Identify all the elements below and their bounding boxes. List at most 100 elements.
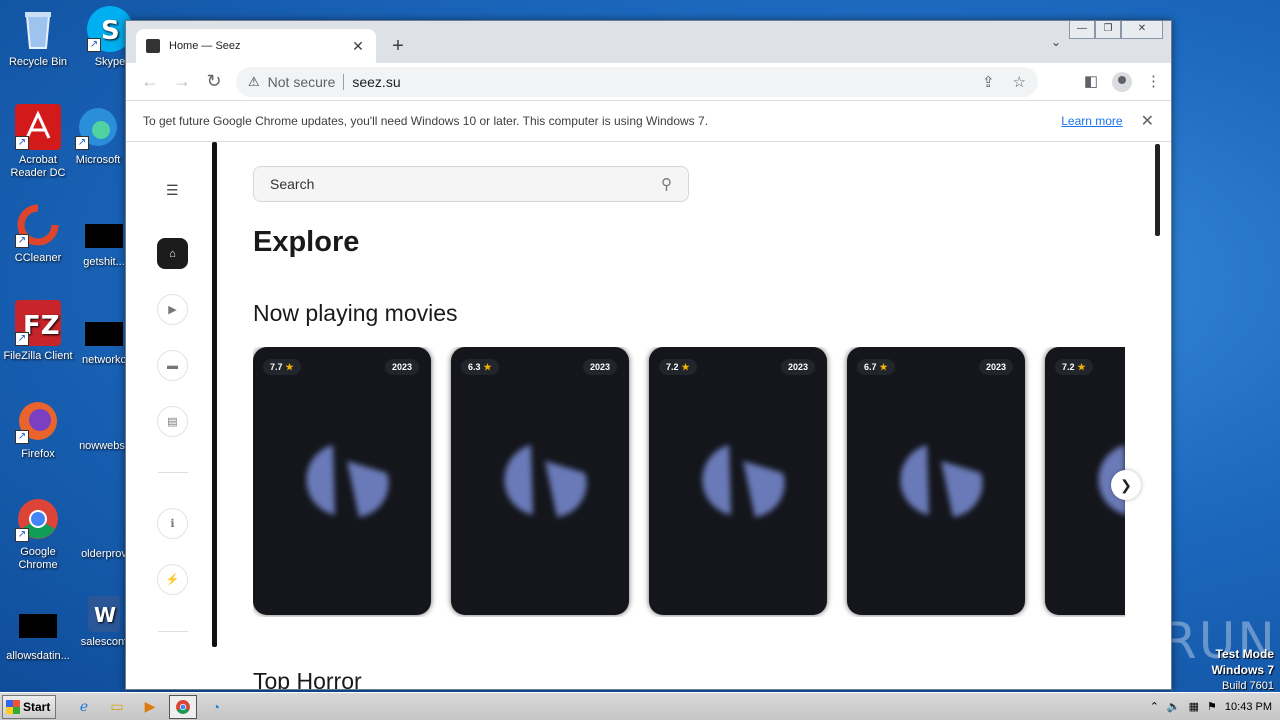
update-infobar: To get future Google Chrome updates, you… [126,101,1171,142]
desktop-icon-filezilla[interactable]: FZ ↗ FileZilla Client [0,300,76,363]
desktop-icon-chrome[interactable]: ↗ Google Chrome [0,496,76,572]
svg-text:S: S [101,16,120,46]
edge-icon: ↗ [75,104,121,150]
taskbar-chrome-icon[interactable] [169,694,197,719]
infobar-message: To get future Google Chrome updates, you… [143,114,709,128]
side-panel-icon[interactable]: ◧ [1084,72,1098,92]
rating-badge: 7.7 ★ [263,359,301,375]
network-icon[interactable]: ▦ [1189,700,1199,713]
seez-favicon-icon [146,39,160,53]
taskbar: Start ℯ ▭ ▶ ◔ ⌃ 🔈 ▦ ⚑ 10:43 PM [0,692,1280,720]
back-icon[interactable]: ← [134,71,166,92]
movie-card[interactable]: 6.7 ★ 2023 [847,347,1025,615]
star-icon: ★ [285,362,294,372]
star-icon: ★ [1077,362,1086,372]
shortcut-arrow-icon: ↗ [15,234,29,248]
search-input[interactable]: Search ⚲ [253,166,689,202]
desktop-icon-label: networkc [81,354,127,366]
chrome-menu-icon[interactable]: ⋮ [1146,72,1161,92]
desktop-icon-label: allowsdatin... [6,650,70,662]
taskbar-explorer-icon[interactable]: ▭ [103,695,131,719]
movie-card[interactable]: 7.2 ★ 2023 [649,347,827,615]
carousel-next-button[interactable]: ❯ [1111,470,1141,500]
new-tab-button[interactable]: + [388,35,408,58]
taskbar-edge-icon[interactable]: ◔ [202,695,230,719]
action-center-flag-icon[interactable]: ⚑ [1207,700,1217,713]
test-mode-line: Test Mode [1215,647,1274,661]
menu-icon[interactable]: ☰ [166,182,179,199]
warning-icon[interactable]: ⚠ [248,74,260,90]
address-separator [343,74,345,90]
learn-more-link[interactable]: Learn more [1061,114,1122,128]
rating-badge: 6.7 ★ [857,359,895,375]
sidebar-home-icon[interactable]: ⌂ [157,238,188,269]
year-badge: 2023 [582,359,617,375]
ccleaner-icon: ↗ [15,202,61,248]
tray-expand-icon[interactable]: ⌃ [1150,700,1159,713]
sidebar-archive-icon[interactable]: ▤ [157,406,188,437]
url-text[interactable]: seez.su [352,74,964,90]
desktop-icon-recycle-bin[interactable]: Recycle Bin [0,6,76,69]
desktop-icon-label: olderprov [81,548,127,560]
desktop-icon-label: nowwebs [79,440,125,452]
star-icon: ★ [483,362,492,372]
tab-close-icon[interactable]: ✕ [350,38,366,55]
bookmark-star-icon[interactable]: ☆ [1013,73,1026,91]
page-title: Explore [253,226,360,258]
restore-button[interactable]: ❐ [1095,21,1121,39]
sidebar-tv-icon[interactable]: ▬ [157,350,188,381]
shortcut-arrow-icon: ↗ [87,38,101,52]
main-content: Search ⚲ Explore Now playing movies 7.7 ★… [218,142,1163,689]
shortcut-arrow-icon: ↗ [15,430,29,444]
minimize-button[interactable]: — [1069,21,1095,39]
sidebar-bolt-icon[interactable]: ⚡ [157,564,188,595]
windows-logo-icon [6,699,20,714]
desktop-icon-label: salescont [80,636,128,648]
start-button[interactable]: Start [2,694,56,719]
search-icon[interactable]: ⚲ [661,175,672,193]
desktop-icon-label: getshit... [83,256,125,268]
movie-card[interactable]: 7.7 ★ 2023 [253,347,431,615]
build-line: Build 7601 [1222,680,1274,692]
rating-value: 7.2 [1062,362,1075,372]
desktop-icon-label: Microsoft [75,154,121,166]
acrobat-icon: ↗ [15,104,61,150]
taskbar-ie-icon[interactable]: ℯ [70,695,98,719]
movie-carousel: 7.7 ★ 2023 6.3 ★ 2023 7.2 ★ 2023 6.7 ★ 2023 [253,347,1125,617]
sidebar-info-icon[interactable]: ℹ [157,508,188,539]
movie-card[interactable]: 6.3 ★ 2023 [451,347,629,615]
black-file-icon [85,322,123,346]
infobar-close-icon[interactable]: ✕ [1141,111,1154,131]
sidebar-play-icon[interactable]: ▶ [157,294,188,325]
desktop-icon-allowsdating[interactable]: allowsdatin... [0,604,76,663]
section-title-now-playing: Now playing movies [253,300,458,326]
address-bar[interactable]: ⚠ Not secure seez.su ⇪ ☆ [236,67,1038,97]
black-file-icon [85,224,123,248]
rating-value: 6.7 [864,362,877,372]
desktop-icon-ccleaner[interactable]: ↗ CCleaner [0,202,76,265]
clock[interactable]: 10:43 PM [1225,701,1272,713]
share-icon[interactable]: ⇪ [982,73,995,91]
star-icon: ★ [879,362,888,372]
rating-value: 7.7 [270,362,283,372]
sidebar-separator [158,631,188,632]
recycle-bin-icon [15,6,61,52]
tab-search-chevron-icon[interactable]: ⌄ [1051,35,1061,49]
desktop-icon-label: CCleaner [14,252,62,264]
black-file-icon [19,614,57,638]
volume-icon[interactable]: 🔈 [1167,700,1181,713]
security-label[interactable]: Not secure [268,74,336,90]
forward-icon[interactable]: → [166,71,198,92]
desktop-icon-label: Recycle Bin [8,56,68,68]
browser-toolbar: ← → ↻ ⚠ Not secure seez.su ⇪ ☆ ◧ ⋮ [126,63,1171,101]
star-icon: ★ [681,362,690,372]
placeholder-logo-icon [900,445,983,517]
filezilla-icon: FZ ↗ [15,300,61,346]
taskbar-media-player-icon[interactable]: ▶ [136,695,164,719]
close-window-button[interactable]: ✕ [1121,21,1163,39]
page-scrollbar[interactable] [1155,144,1160,236]
profile-avatar-icon[interactable] [1112,72,1132,92]
sidebar-divider [212,142,217,647]
reload-icon[interactable]: ↻ [198,71,230,92]
tab-home-seez[interactable]: Home — Seez ✕ [136,29,376,63]
